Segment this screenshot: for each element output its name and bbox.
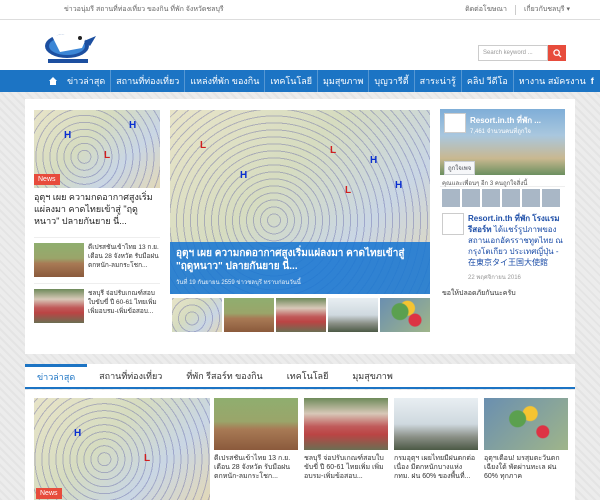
facebook-friends-text: คุณและเพื่อนๆ อีก 3 คนถูกใจสิ่งนี้ — [440, 175, 565, 187]
divider — [34, 237, 160, 238]
about-menu[interactable]: เกี่ยวกับชลบุรี ▾ — [524, 4, 570, 15]
site-tagline: ข่าวอนุ่มรี สถานที่ท่องเที่ยว ของกิน ที่… — [64, 6, 224, 13]
facebook-post-date: 22 พฤศจิกายน 2016 — [468, 275, 521, 281]
avatar[interactable] — [542, 189, 560, 207]
site-logo[interactable] — [40, 26, 98, 66]
avatar[interactable] — [522, 189, 540, 207]
nav-item-accommodation[interactable]: แหล่งที่พัก ของกิน — [185, 70, 266, 92]
tab-health[interactable]: มุมสุขภาพ — [340, 364, 404, 387]
tab-latest-news[interactable]: ข่าวล่าสุด — [25, 364, 88, 387]
avatar[interactable] — [442, 189, 460, 207]
featured-main-title: อุตุฯ เผย ความกดอากาศสูงเริ่มแผ่ลงมา คาด… — [176, 248, 405, 272]
facebook-like-button[interactable]: ถูกใจเพจ — [444, 161, 476, 175]
nav-item-attractions[interactable]: สถานที่ท่องเที่ยว — [111, 70, 186, 92]
nav-item-health[interactable]: มุมสุขภาพ — [318, 70, 370, 92]
avatar[interactable] — [462, 189, 480, 207]
main-nav: ข่าวล่าสุด สถานที่ท่องเที่ยว แหล่งที่พัก… — [0, 70, 600, 92]
nav-item-jobs[interactable]: หางาน สมัครงาน — [514, 70, 591, 92]
tab-accommodation[interactable]: ที่พัก รีสอร์ท ของกิน — [174, 364, 274, 387]
facebook-like-count: 7,461 จำนวนคนที่ถูกใจ — [470, 129, 531, 135]
small-news-title-1[interactable]: ดีเปรสชันเข้าไทย 13 ก.ย. เตือน 28 จังหวั… — [88, 243, 160, 270]
strip-thumb-5[interactable] — [380, 298, 430, 332]
grid-caption-1[interactable]: ดีเปรสชันเข้าไทย 13 ก.ย. เตือน 28 จังหวั… — [214, 454, 298, 481]
featured-left-title[interactable]: อุตุฯ เผย ความกดอากาศสูงเริ่มแผ่ลงมา คาด… — [34, 191, 160, 227]
small-news-image-1[interactable] — [34, 243, 84, 277]
facebook-friend-faces — [440, 187, 565, 209]
facebook-page-avatar[interactable] — [444, 113, 466, 133]
strip-thumb-4[interactable] — [328, 298, 378, 332]
tab-technology[interactable]: เทคโนโลยี — [275, 364, 341, 387]
divider — [34, 283, 160, 284]
grid-image-3[interactable] — [394, 398, 478, 450]
nav-item-entertainment[interactable]: บุญวารีตี้ — [369, 70, 415, 92]
top-bar: ข่าวอนุ่มรี สถานที่ท่องเที่ยว ของกิน ที่… — [0, 0, 600, 20]
search-icon — [552, 48, 562, 58]
grid-caption-3[interactable]: กรมอุตุฯ เผยไทยมีฝนตกต่อเนื่อง มีตกหนักบ… — [394, 454, 478, 481]
small-news-title-2[interactable]: ชลบุรี จ่อปรับเกณฑ์สอบใบขับขี่ ปี 60-61 … — [88, 289, 160, 316]
search-button[interactable] — [548, 45, 566, 61]
featured-main-caption[interactable]: อุตุฯ เผย ความกดอากาศสูงเริ่มแผ่ลงมา คาด… — [170, 242, 430, 294]
grid-caption-4[interactable]: อุตุฯเตือน! มรสุมตะวันตกเฉียงใต้ พัดผ่าน… — [484, 454, 568, 481]
category-tabs: ข่าวล่าสุด สถานที่ท่องเที่ยว ที่พัก รีสอ… — [25, 364, 575, 389]
featured-main-meta: วันที่ 19 กันยายน 2559 ข่าวชลบุรี ทราบก่… — [176, 280, 301, 286]
facebook-icon[interactable]: f — [591, 76, 594, 86]
avatar[interactable] — [502, 189, 520, 207]
strip-thumb-3[interactable] — [276, 298, 326, 332]
nav-item-knowledge[interactable]: สาระน่ารู้ — [415, 70, 462, 92]
social-links: f g t — [591, 76, 600, 86]
home-icon[interactable] — [48, 70, 58, 92]
grid-caption-2[interactable]: ชลบุรี จ่อปรับเกณฑ์สอบใบขับขี่ ปี 60-61 … — [304, 454, 388, 481]
search-box: Search keyword ... — [478, 45, 566, 61]
facebook-cover: Resort.in.th ที่พัก ... 7,461 จำนวนคนที่… — [440, 109, 565, 175]
strip-thumb-1[interactable] — [172, 298, 222, 332]
facebook-post-avatar[interactable] — [442, 213, 464, 235]
search-input[interactable]: Search keyword ... — [478, 45, 548, 61]
grid-image-2[interactable] — [304, 398, 388, 450]
nav-item-video[interactable]: คลิป วีดีโอ — [462, 70, 514, 92]
site-header: Search keyword ... — [0, 20, 600, 70]
grid-image-4[interactable] — [484, 398, 568, 450]
nav-item-technology[interactable]: เทคโนโลยี — [265, 70, 318, 92]
tab-attractions[interactable]: สถานที่ท่องเที่ยว — [87, 364, 174, 387]
facebook-post: Resort.in.th ที่พัก โรงแรม รีสอร์ท ได้แช… — [440, 209, 565, 272]
small-news-image-2[interactable] — [34, 289, 84, 323]
avatar[interactable] — [482, 189, 500, 207]
news-badge: News — [34, 174, 60, 185]
facebook-post-message: ขอให้ปลอดภัยกันนะครับ — [442, 290, 516, 297]
contact-link[interactable]: ติดต่อโฆษณา — [465, 4, 507, 15]
nav-item-latest-news[interactable]: ข่าวล่าสุด — [62, 70, 112, 92]
news-badge: News — [36, 488, 62, 499]
grid-image-1[interactable] — [214, 398, 298, 450]
strip-thumb-2[interactable] — [224, 298, 274, 332]
grid-feature-image[interactable]: H L — [34, 398, 210, 500]
divider — [514, 4, 516, 15]
facebook-widget: Resort.in.th ที่พัก ... 7,461 จำนวนคนที่… — [440, 109, 565, 299]
